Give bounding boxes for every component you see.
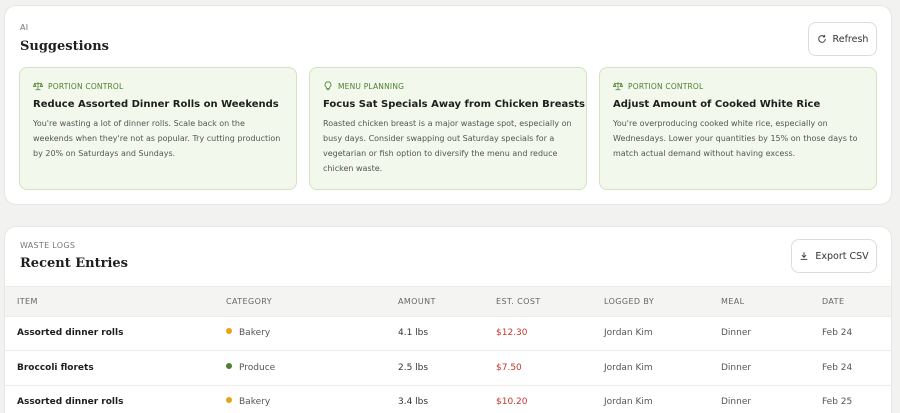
suggestion-body: You're overproducing cooked white rice, … bbox=[613, 119, 858, 158]
table-header: ITEM CATEGORY AMOUNT EST. COST LOGGED BY… bbox=[5, 286, 891, 317]
cell-logged-by: Jordan Kim bbox=[604, 328, 653, 338]
suggestion-tag: PORTION CONTROL bbox=[33, 81, 283, 91]
suggestion-title: Reduce Assorted Dinner Rolls on Weekends bbox=[33, 99, 279, 110]
table-row[interactable]: Assorted dinner rolls Bakery 3.4 lbs $10… bbox=[5, 386, 891, 413]
cell-item: Assorted dinner rolls bbox=[17, 328, 124, 338]
cell-meal: Dinner bbox=[721, 328, 752, 338]
cell-meal: Dinner bbox=[721, 397, 752, 407]
table-row[interactable]: Assorted dinner rolls Bakery 4.1 lbs $12… bbox=[5, 317, 891, 351]
suggestion-card: PORTION CONTROL Reduce Assorted Dinner R… bbox=[19, 67, 297, 190]
category-dot bbox=[226, 328, 232, 334]
cell-amount: 2.5 lbs bbox=[398, 363, 429, 373]
scale-icon bbox=[33, 82, 43, 91]
column-header-meal[interactable]: MEAL bbox=[721, 297, 745, 306]
column-header-category[interactable]: CATEGORY bbox=[226, 297, 272, 306]
waste-logs-card: WASTE LOGS Recent Entries Export CSV ITE… bbox=[4, 226, 892, 413]
suggestion-tag-label: MENU PLANNING bbox=[338, 81, 405, 91]
suggestions-card: AI Suggestions Refresh PORTION CONTROL R… bbox=[4, 5, 892, 205]
suggestions-eyebrow: AI bbox=[20, 23, 29, 32]
refresh-icon bbox=[817, 35, 826, 43]
cell-amount: 4.1 lbs bbox=[398, 328, 429, 338]
cell-date: Feb 24 bbox=[822, 328, 853, 338]
suggestion-tag: PORTION CONTROL bbox=[613, 81, 863, 91]
suggestion-tag-label: PORTION CONTROL bbox=[628, 81, 704, 91]
category-label: Produce bbox=[239, 363, 276, 373]
export-csv-button[interactable]: Export CSV bbox=[791, 239, 877, 273]
cell-amount: 3.4 lbs bbox=[398, 397, 429, 407]
cell-item: Broccoli florets bbox=[17, 363, 94, 373]
table-row[interactable]: Broccoli florets Produce 2.5 lbs $7.50 J… bbox=[5, 352, 891, 386]
suggestions-heading: Suggestions bbox=[20, 39, 109, 54]
suggestion-tag: MENU PLANNING bbox=[323, 81, 573, 91]
cell-category: Produce bbox=[226, 363, 275, 373]
column-header-est-cost[interactable]: EST. COST bbox=[496, 297, 541, 306]
cell-meal: Dinner bbox=[721, 363, 752, 373]
lightbulb-icon bbox=[324, 81, 332, 91]
refresh-button[interactable]: Refresh bbox=[808, 22, 877, 56]
scale-icon bbox=[613, 82, 623, 91]
suggestion-title: Focus Sat Specials Away from Chicken Bre… bbox=[323, 99, 585, 110]
cell-item: Assorted dinner rolls bbox=[17, 397, 124, 407]
suggestion-body: Roasted chicken breast is a major wastag… bbox=[323, 119, 572, 173]
recent-entries-heading: Recent Entries bbox=[20, 256, 128, 271]
suggestion-title: Adjust Amount of Cooked White Rice bbox=[613, 99, 821, 110]
cell-category: Bakery bbox=[226, 397, 270, 407]
cell-date: Feb 25 bbox=[822, 397, 853, 407]
suggestion-card: PORTION CONTROL Adjust Amount of Cooked … bbox=[599, 67, 877, 190]
category-label: Bakery bbox=[239, 397, 271, 407]
column-header-item[interactable]: ITEM bbox=[17, 297, 38, 306]
cell-logged-by: Jordan Kim bbox=[604, 397, 653, 407]
category-dot bbox=[226, 363, 232, 369]
cell-est-cost: $7.50 bbox=[496, 363, 522, 373]
cell-date: Feb 24 bbox=[822, 363, 853, 373]
refresh-label: Refresh bbox=[832, 33, 869, 45]
cell-est-cost: $10.20 bbox=[496, 397, 528, 407]
download-icon bbox=[801, 252, 808, 260]
suggestion-body: You're wasting a lot of dinner rolls. Sc… bbox=[33, 119, 281, 158]
cell-category: Bakery bbox=[226, 328, 270, 338]
category-dot bbox=[226, 397, 232, 403]
cell-est-cost: $12.30 bbox=[496, 328, 528, 338]
category-label: Bakery bbox=[239, 328, 271, 338]
column-header-logged-by[interactable]: LOGGED BY bbox=[604, 297, 654, 306]
cell-logged-by: Jordan Kim bbox=[604, 363, 653, 373]
suggestion-tag-label: PORTION CONTROL bbox=[48, 81, 124, 91]
suggestion-card: MENU PLANNING Focus Sat Specials Away fr… bbox=[309, 67, 587, 190]
waste-logs-eyebrow: WASTE LOGS bbox=[20, 241, 76, 250]
column-header-date[interactable]: DATE bbox=[822, 297, 844, 306]
column-header-amount[interactable]: AMOUNT bbox=[398, 297, 436, 306]
export-csv-label: Export CSV bbox=[815, 250, 869, 262]
